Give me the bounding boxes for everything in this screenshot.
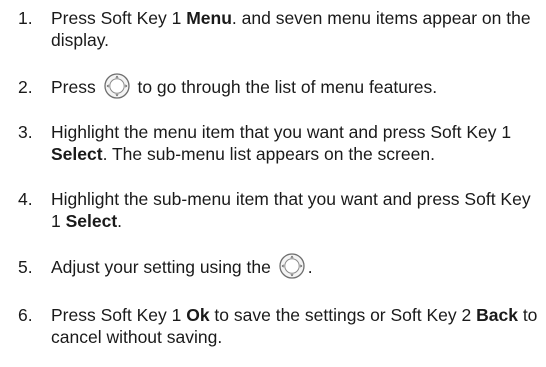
navigation-key-icon [279, 253, 305, 280]
step-text-run: Highlight the menu item that you want an… [51, 122, 512, 142]
step-text: Adjust your setting using the . [51, 253, 541, 280]
step-text-run: Press Soft Key 1 [51, 8, 187, 28]
bold-term: Ok [186, 305, 210, 325]
step-number: 6. [18, 305, 33, 325]
bold-term: Select [51, 144, 103, 164]
step-text-run: . [117, 211, 123, 231]
step-text-run: Press [51, 77, 101, 97]
step-text-run: Press Soft Key 1 [51, 305, 187, 325]
step-text: Highlight the menu item that you want an… [51, 121, 541, 165]
navigation-key-icon [103, 73, 130, 100]
bold-term: Select [65, 211, 118, 231]
step-text-run: Adjust your setting using the [51, 257, 276, 277]
step-text-run: Highlight the sub-menu item that you wan… [51, 189, 531, 231]
step-text: Press Soft Key 1 Ok to save the settings… [51, 304, 541, 348]
step-number: 1. [18, 8, 33, 28]
step-text-run: to go through the list of menu features. [132, 77, 438, 97]
step-text-run: . The sub-menu list appears on the scree… [102, 144, 435, 164]
step-text-run: . [307, 257, 313, 277]
bold-term: Back [476, 305, 518, 325]
step-text: Press Soft Key 1 Menu. and seven menu it… [51, 7, 541, 51]
step-text: Highlight the sub-menu item that you wan… [51, 188, 541, 232]
step-number: 3. [18, 122, 33, 142]
step-number: 4. [18, 189, 33, 209]
step-text: Press to go through the list of menu fea… [51, 73, 541, 100]
step-number: 5. [18, 257, 33, 277]
step-text-run: to save the settings or Soft Key 2 [209, 305, 477, 325]
step-number: 2. [18, 77, 33, 97]
bold-term: Menu [186, 8, 232, 28]
